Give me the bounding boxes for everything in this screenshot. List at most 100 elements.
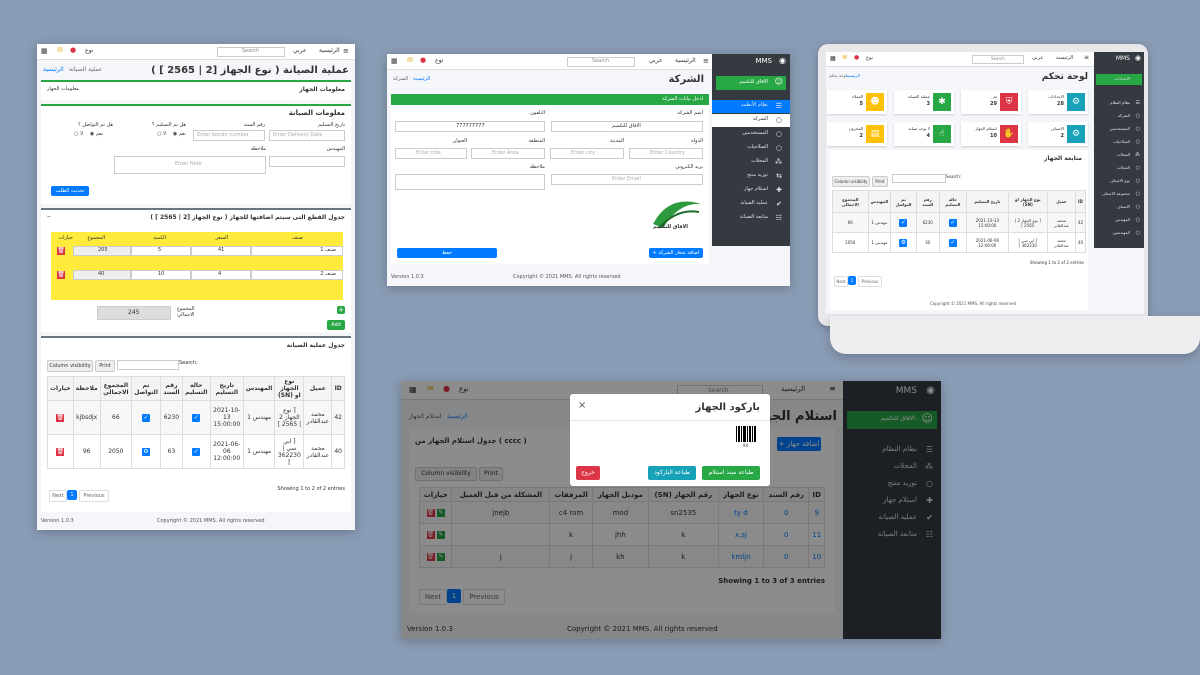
next-page-button[interactable]: Next	[834, 276, 848, 287]
th-contacted[interactable]: تم التواصل	[890, 190, 917, 213]
table-search-input[interactable]	[892, 174, 946, 183]
nav-home[interactable]: الرئيسية	[319, 47, 340, 54]
close-icon[interactable]: ×	[578, 400, 586, 411]
chat-icon[interactable]: ✉	[57, 46, 63, 54]
column-visibility-button[interactable]: Column visibility	[832, 176, 870, 187]
th-client[interactable]: عميل	[1047, 190, 1076, 213]
note-textarea[interactable]: Enter Note	[114, 156, 266, 174]
country-input[interactable]: Enter Country	[629, 148, 703, 159]
stat-card[interactable]: ▤ المخزون 2	[827, 122, 887, 146]
cell-delivered[interactable]: ✓	[181, 434, 211, 469]
language-select[interactable]: عربي	[649, 57, 663, 64]
grid-icon[interactable]: ▦	[41, 47, 48, 55]
email-input[interactable]: Enter Email	[551, 174, 703, 185]
cell-delivered[interactable]: ✓	[938, 232, 968, 253]
bell-icon[interactable]: ●	[854, 54, 859, 61]
sidebar-item-engineer[interactable]: المهندس ○	[1094, 215, 1144, 226]
bell-icon[interactable]: ●	[420, 56, 426, 64]
chat-icon[interactable]: ✉	[407, 56, 413, 64]
stat-card[interactable]: ✋ استلام الجهاز 10	[961, 122, 1021, 146]
sidebar-item-item-types[interactable]: نوع الاصناف ○	[1094, 176, 1144, 187]
contacted-no-radio[interactable]: ○ لا	[74, 131, 83, 137]
print-button[interactable]: Print	[95, 360, 115, 372]
stat-card[interactable]: ☝ لا يوجد صيانة 4	[894, 122, 954, 146]
th-device[interactable]: نوع الجهاز او (SN)	[1007, 190, 1049, 213]
delete-row-button[interactable]: 🗑	[57, 247, 65, 255]
nav-home[interactable]: الرئيسية	[1056, 55, 1073, 61]
sidebar-item-stores[interactable]: المحلات ⁂	[1094, 150, 1144, 161]
cell-delivered[interactable]: ✓	[938, 212, 968, 233]
next-page-button[interactable]: Next	[49, 490, 67, 502]
sidebar-item-stores[interactable]: المحلات ⁂	[712, 156, 790, 169]
sidebar-item-company[interactable]: الشركة ○	[712, 114, 790, 127]
th-delivered[interactable]: حالة التسليم	[181, 376, 211, 401]
th-id[interactable]: ID	[1074, 190, 1087, 213]
sidebar-item-shops[interactable]: المحلات ○	[1094, 163, 1144, 174]
print-barcode-button[interactable]: طباعة الباركود	[648, 466, 696, 480]
grid-icon[interactable]: ▦	[830, 55, 836, 62]
sidebar-item-engineers[interactable]: المهندسين ○	[1094, 228, 1144, 239]
sidebar-item-items[interactable]: الاصناف ○	[1094, 202, 1144, 213]
search-input[interactable]: Search	[217, 47, 285, 57]
company-name-input[interactable]: الافاق للتكميم	[551, 121, 703, 132]
sidebar-item-item-groups[interactable]: مجموعة الاصناف ○	[1094, 189, 1144, 200]
th-engineer[interactable]: المهندس	[867, 190, 892, 213]
sidebar-item-users[interactable]: المستخدمين ○	[712, 128, 790, 141]
sidebar-item-receive[interactable]: استلام جهاز ✚	[712, 184, 790, 197]
bond-number-input[interactable]: Enter bondn number	[193, 130, 265, 141]
language-select[interactable]: عربي	[293, 47, 307, 54]
update-request-button[interactable]: تحديث الطلب	[51, 186, 89, 196]
table-search-input[interactable]	[117, 360, 179, 370]
sidebar-item-system[interactable]: نظام النظام ☰	[1094, 98, 1144, 109]
stat-card[interactable]: ☻ العملاء 5	[827, 90, 887, 114]
qty-input[interactable]: 10	[131, 270, 191, 280]
stat-card[interactable]: ⚙ الاعدادات 28	[1028, 90, 1088, 114]
save-button[interactable]: حفظ	[397, 248, 497, 258]
add-logo-button[interactable]: + اضافة شعار الشركة	[649, 248, 703, 258]
phone-input[interactable]: 777777777	[395, 121, 545, 132]
chat-icon[interactable]: ✉	[842, 54, 847, 61]
bell-icon[interactable]: ●	[70, 46, 76, 54]
address-input[interactable]: Enter title	[395, 148, 467, 159]
cell-options[interactable]: 🗑	[47, 400, 74, 435]
delete-row-button[interactable]: 🗑	[57, 271, 65, 279]
cell-options[interactable]: 🗑	[47, 434, 74, 469]
breadcrumb-home[interactable]: الرئيسية	[846, 73, 860, 78]
cell-contacted[interactable]: ✓	[890, 212, 917, 233]
th-bond[interactable]: رقم السند	[915, 190, 940, 213]
item-select[interactable]: صنف 2	[251, 270, 343, 280]
note-textarea[interactable]	[395, 174, 545, 190]
item-select[interactable]: صنف 1	[251, 246, 343, 256]
th-contacted[interactable]: تم التواصل	[130, 376, 162, 401]
th-note[interactable]: ملاحظة	[72, 376, 101, 401]
breadcrumb-home[interactable]: الرئيسية	[43, 66, 64, 73]
th-engineer[interactable]: المهندس	[242, 376, 276, 401]
sidebar-item-users[interactable]: المستخدمين ○	[1094, 124, 1144, 135]
print-button[interactable]: Print	[872, 176, 888, 187]
delivery-date-input[interactable]: Enter Delivery Date	[269, 130, 345, 141]
stat-card[interactable]: ✱ عملية الصيانة 3	[894, 90, 954, 114]
nav-home[interactable]: الرئيسية	[675, 57, 696, 64]
th-client[interactable]: عميل	[303, 376, 333, 401]
page-1-button[interactable]: 1	[848, 276, 856, 285]
language-select[interactable]: عربي	[1032, 55, 1043, 61]
qty-input[interactable]: 5	[131, 246, 191, 256]
search-input[interactable]: Search	[972, 55, 1024, 64]
cell-contacted[interactable]: ⚙	[130, 434, 162, 469]
contacted-yes-radio[interactable]: ◉ نعم	[90, 131, 103, 137]
sidebar-item-system[interactable]: نظام الأنظمة ☰	[712, 100, 790, 113]
breadcrumb-home[interactable]: الرئيسية	[413, 76, 430, 82]
sidebar-item-supply[interactable]: توريد منتج ⇆	[712, 170, 790, 183]
grid-icon[interactable]: ▦	[391, 57, 398, 65]
price-input[interactable]: 41	[191, 246, 251, 256]
delivered-no-radio[interactable]: ○ لا	[157, 131, 166, 137]
previous-page-button[interactable]: Previous	[79, 490, 109, 502]
print-receipt-button[interactable]: طباعة سند استلام	[702, 466, 760, 480]
cell-contacted[interactable]: ⚙	[890, 232, 917, 253]
exit-button[interactable]: خروج	[576, 466, 600, 480]
previous-page-button[interactable]: Previous	[858, 276, 882, 287]
search-input[interactable]: Search	[567, 57, 635, 67]
sidebar-item-permissions[interactable]: الصلاحيات ○	[712, 142, 790, 155]
sidebar-item-company[interactable]: الشركة ○	[1094, 111, 1144, 122]
add-row-icon[interactable]: +	[337, 306, 345, 314]
